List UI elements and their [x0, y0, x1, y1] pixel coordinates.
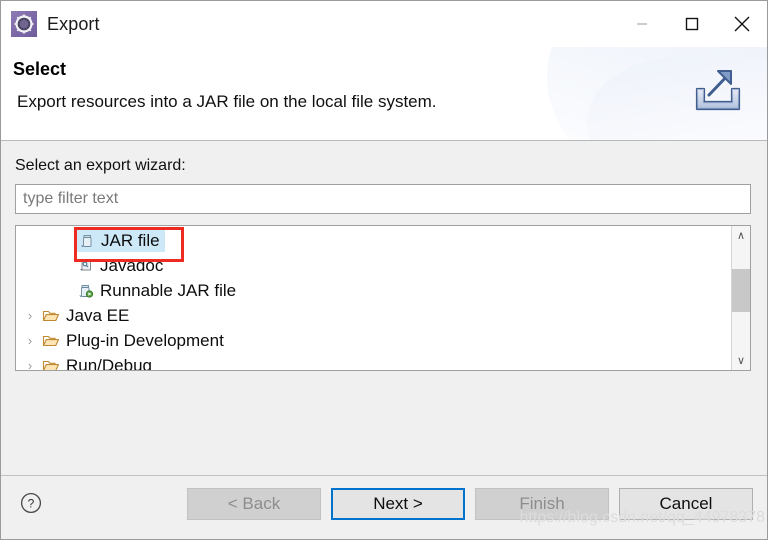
tree-item-label: Java EE	[66, 305, 130, 325]
tree-item-java-ee[interactable]: › Java EE	[16, 303, 731, 328]
folder-icon	[40, 308, 62, 324]
tree-item-javadoc[interactable]: Javadoc	[16, 253, 731, 278]
scroll-down-arrow-icon[interactable]: ∨	[732, 351, 751, 370]
folder-icon	[40, 333, 62, 349]
next-button[interactable]: Next >	[331, 488, 465, 520]
minimize-icon	[637, 23, 647, 25]
svg-text:?: ?	[28, 497, 35, 511]
jar-file-icon	[77, 233, 97, 249]
chevron-right-icon[interactable]: ›	[20, 308, 40, 323]
page-title: Select	[13, 59, 67, 79]
page-description: Export resources into a JAR file on the …	[17, 92, 437, 111]
javadoc-icon	[76, 258, 96, 274]
tree-item-label: JAR file	[101, 230, 160, 250]
window-title: Export	[47, 13, 100, 34]
tree-item-plug-in-development[interactable]: › Plug-in Development	[16, 328, 731, 353]
export-dialog: Export Select Export resources into a JA…	[0, 0, 768, 540]
back-button[interactable]: < Back	[187, 488, 321, 520]
chevron-right-icon[interactable]: ›	[20, 358, 40, 370]
scrollbar-track[interactable]	[731, 245, 750, 351]
filter-text-input[interactable]: type filter text	[15, 184, 751, 214]
dialog-footer: ? < Back Next > Finish Cancel https://bl…	[1, 475, 767, 539]
scroll-up-arrow-icon[interactable]: ∧	[732, 226, 751, 245]
close-icon	[734, 16, 750, 32]
minimize-button[interactable]	[617, 1, 667, 47]
tree-item-runnable-jar-file[interactable]: Runnable JAR file	[16, 278, 731, 303]
tree-vertical-scrollbar[interactable]: ∧ ∨	[731, 226, 750, 370]
folder-icon	[40, 358, 62, 370]
tree-item-label: Runnable JAR file	[100, 280, 237, 300]
window-controls	[617, 1, 767, 47]
export-wizard-tree[interactable]: JAR file Javadoc Runnable JAR file › Jav…	[15, 225, 751, 371]
filter-placeholder: type filter text	[23, 190, 119, 207]
tree-item-run-debug[interactable]: › Run/Debug	[16, 353, 731, 370]
tree-content: JAR file Javadoc Runnable JAR file › Jav…	[16, 226, 731, 370]
scrollbar-thumb[interactable]	[731, 269, 750, 312]
wizard-body: Select an export wizard: type filter tex…	[1, 141, 767, 475]
tree-item-label: Plug-in Development	[66, 330, 224, 350]
tree-item-label: Run/Debug	[66, 355, 153, 371]
title-bar-left: Export	[1, 11, 100, 37]
title-bar: Export	[1, 1, 767, 47]
tree-item-jar-file[interactable]: JAR file	[16, 228, 731, 253]
maximize-icon	[685, 17, 699, 31]
export-tray-arrow-icon	[687, 59, 749, 121]
close-button[interactable]	[717, 1, 767, 47]
wizard-header: Select Export resources into a JAR file …	[1, 47, 767, 141]
tree-item-label: Javadoc	[100, 255, 164, 275]
export-wizard-gear-icon	[11, 11, 37, 37]
chevron-right-icon[interactable]: ›	[20, 333, 40, 348]
help-question-icon[interactable]: ?	[20, 492, 42, 514]
finish-button[interactable]: Finish	[475, 488, 609, 520]
runnable-jar-file-icon	[76, 283, 96, 299]
cancel-button[interactable]: Cancel	[619, 488, 753, 520]
select-wizard-label: Select an export wizard:	[15, 157, 186, 174]
footer-button-row: < Back Next > Finish Cancel	[187, 488, 753, 520]
maximize-button[interactable]	[667, 1, 717, 47]
